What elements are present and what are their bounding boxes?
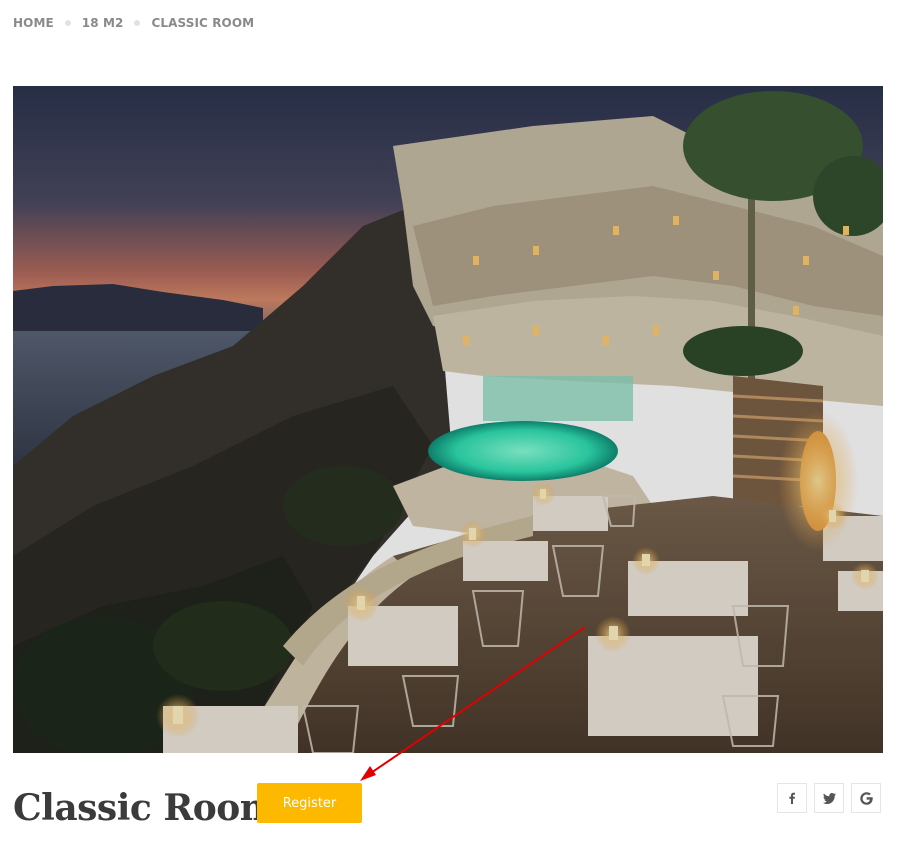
twitter-icon [822,792,836,804]
breadcrumb: HOME 18 M2 CLASSIC ROOM [13,14,254,32]
facebook-share-button[interactable] [777,783,807,813]
breadcrumb-current: CLASSIC ROOM [151,16,255,30]
facebook-icon [789,792,795,804]
breadcrumb-separator-dot [134,20,141,26]
breadcrumb-size-link[interactable]: 18 M2 [82,16,124,30]
breadcrumb-separator-dot [64,20,71,26]
room-title: Classic Room [13,787,278,829]
google-share-button[interactable] [851,783,881,813]
breadcrumb-home-link[interactable]: HOME [13,16,54,30]
register-button[interactable]: Register [257,783,362,823]
room-hero-image [13,86,883,753]
twitter-share-button[interactable] [814,783,844,813]
google-icon [859,791,873,805]
